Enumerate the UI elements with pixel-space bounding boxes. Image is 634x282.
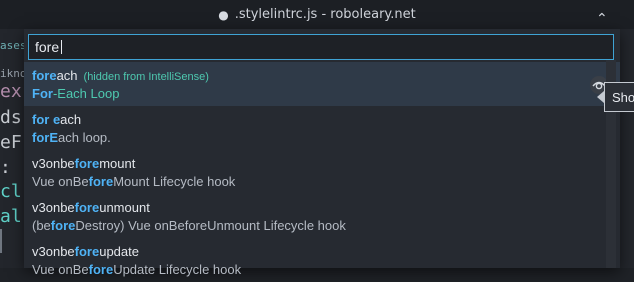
list-item[interactable]: v3onbeforemount Vue onBeforeMount Lifecy… <box>24 150 620 194</box>
unsaved-indicator: ● <box>218 7 229 22</box>
item-description: (beforeDestroy) Vue onBeforeUnmount Life… <box>32 218 346 233</box>
label-match: for e <box>32 112 61 127</box>
label-text: mount <box>99 156 136 171</box>
item-description: Vue onBeforeMount Lifecycle hook <box>32 174 235 189</box>
editor-text-fragment: ases <box>0 39 27 52</box>
tooltip-arrow <box>597 91 604 103</box>
desc-match: fore <box>88 174 114 189</box>
list-item[interactable]: v3onbeforeunmount (beforeDestroy) Vue on… <box>24 194 620 238</box>
desc-text: Vue onBe <box>32 262 89 277</box>
title-bar: ● .stylelintrc.js - roboleary.net <box>0 0 634 29</box>
list-item[interactable]: for each forEach loop. <box>24 106 620 150</box>
label-text: v3onbe <box>32 244 75 259</box>
label-match: fore <box>74 200 100 215</box>
quick-open-search <box>28 34 614 60</box>
desc-match: fore <box>50 218 76 233</box>
item-label: for each <box>32 112 81 127</box>
item-label: v3onbeforemount <box>32 156 135 171</box>
editor-text-fragment: ex <box>0 81 22 102</box>
suggestion-list: foreach (hidden from IntelliSense) For-Ea… <box>24 62 620 282</box>
label-text: ach <box>56 68 78 83</box>
desc-text: Vue onBe <box>32 174 89 189</box>
desc-text: ach loop. <box>58 130 111 145</box>
desc-text: Update Lifecycle hook <box>113 262 242 277</box>
editor-text-fragment: : <box>0 157 11 178</box>
item-description: forEach loop. <box>32 130 111 145</box>
item-description: For-Each Loop <box>32 86 119 101</box>
desc-match: fore <box>88 262 114 277</box>
editor-text-fragment: ds <box>0 107 22 128</box>
label-text: ach <box>60 112 82 127</box>
list-item[interactable]: v3onbeforeupdate Vue onBeforeUpdate Life… <box>24 238 620 282</box>
desc-match: forE <box>32 130 58 145</box>
label-text: update <box>99 244 139 259</box>
desc-text: Mount Lifecycle hook <box>113 174 236 189</box>
window-title: .stylelintrc.js - roboleary.net <box>234 7 416 22</box>
desc-match: For <box>32 86 53 101</box>
indent-guide <box>0 229 2 253</box>
desc-text: (be <box>32 218 51 233</box>
item-label: foreach (hidden from IntelliSense) <box>32 68 209 83</box>
label-match: fore <box>32 68 57 83</box>
item-note: (hidden from IntelliSense) <box>83 71 209 83</box>
label-text: v3onbe <box>32 200 75 215</box>
quick-open-widget: foreach(hidden from IntelliSense) For-Ea… <box>24 29 620 277</box>
tooltip: Sho <box>604 82 634 112</box>
label-text: v3onbe <box>32 156 75 171</box>
list-item[interactable]: foreach (hidden from IntelliSense) For-Ea… <box>24 62 620 106</box>
desc-text: Destroy) Vue onBeforeUnmount Lifecycle h… <box>75 218 346 233</box>
item-description: Vue onBeforeUpdate Lifecycle hook <box>32 262 241 277</box>
desc-text: -Each Loop <box>52 86 120 101</box>
item-label: v3onbeforeunmount <box>32 200 150 215</box>
editor-text-fragment: al <box>0 206 22 227</box>
editor-text-fragment: ikno <box>0 67 27 80</box>
item-label: v3onbeforeupdate <box>32 244 139 259</box>
label-match: fore <box>74 156 100 171</box>
search-input[interactable] <box>28 34 614 60</box>
label-match: fore <box>74 244 100 259</box>
chevron-up-icon[interactable]: ⌃ <box>596 10 610 28</box>
editor-text-fragment: eF <box>0 132 22 153</box>
label-text: unmount <box>99 200 150 215</box>
editor-text-fragment: cl <box>0 181 22 202</box>
text-caret <box>61 40 62 54</box>
